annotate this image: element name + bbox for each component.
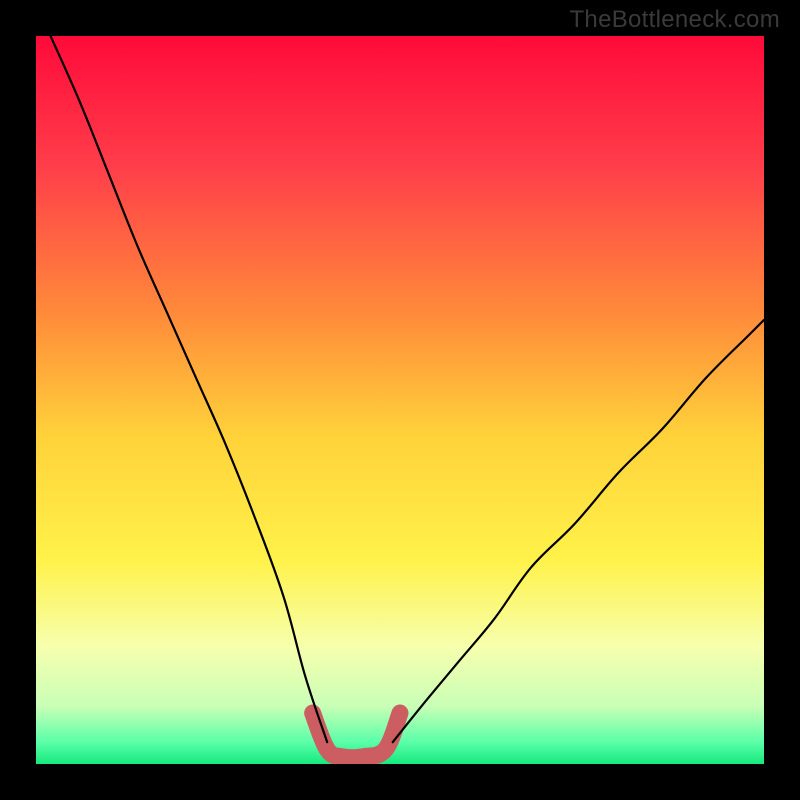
plot-area <box>36 36 764 764</box>
chart-frame: TheBottleneck.com <box>0 0 800 800</box>
gradient-background <box>36 36 764 764</box>
watermark-text: TheBottleneck.com <box>569 6 780 34</box>
chart-canvas <box>36 36 764 764</box>
